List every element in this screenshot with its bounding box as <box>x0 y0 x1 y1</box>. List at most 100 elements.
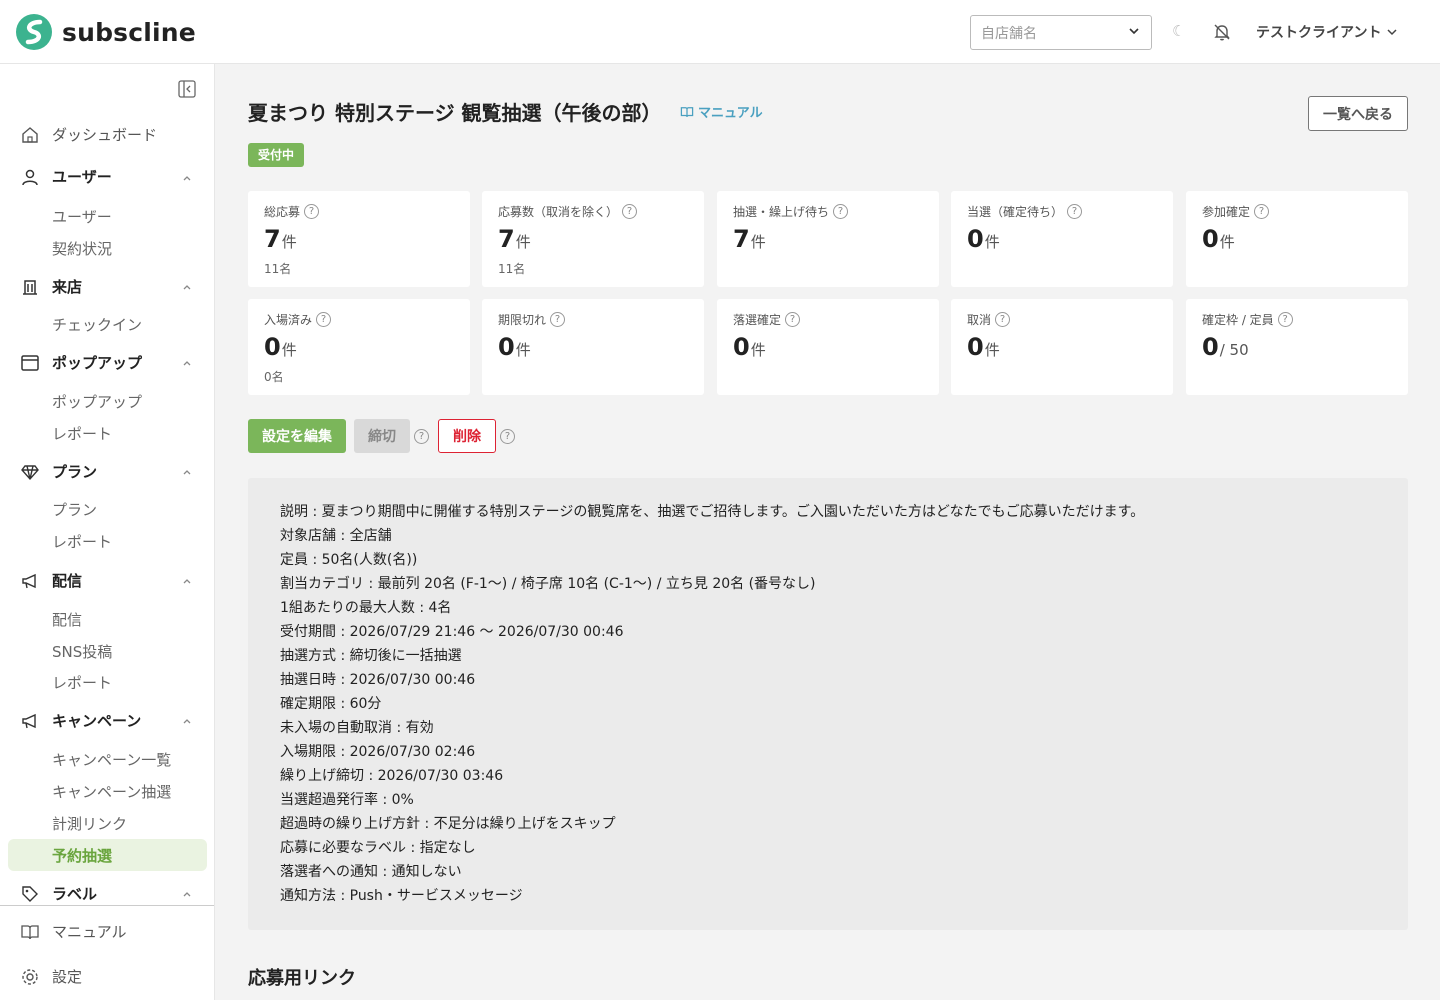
sidebar-item-label-tags[interactable]: ラベル <box>20 883 97 904</box>
chevron-up-icon[interactable] <box>182 576 192 586</box>
store-select[interactable]: 自店舗名 <box>970 15 1152 50</box>
sidebar-subitem-users[interactable]: ユーザー <box>52 206 112 227</box>
window-icon <box>21 354 39 371</box>
stat-unit: 件 <box>515 341 531 359</box>
stat-number: 0 <box>967 333 984 361</box>
close-entries-button[interactable]: 締切 <box>354 419 410 453</box>
detail-loser-notification: 落選者への通知 : 通知しない <box>280 864 462 880</box>
detail-lottery-datetime: 抽選日時 : 2026/07/30 00:46 <box>280 672 476 688</box>
sidebar-item-users[interactable]: ユーザー <box>20 166 112 187</box>
sidebar-subitem-sns-post[interactable]: SNS投稿 <box>52 641 112 662</box>
sidebar-item-label: 配信 <box>52 572 83 590</box>
dark-mode-toggle-icon[interactable]: ☾ <box>1172 22 1185 40</box>
main-content: 夏まつり 特別ステージ 観覧抽選（午後の部） マニュアル 一覧へ戻る 受付中 総… <box>216 64 1440 1000</box>
sidebar-subitem-tracking-link[interactable]: 計測リンク <box>52 813 127 834</box>
application-link-heading: 応募用リンク <box>248 968 356 989</box>
sidebar-subitem-checkin[interactable]: チェックイン <box>52 314 142 335</box>
help-icon[interactable]: ? <box>785 312 801 327</box>
account-menu[interactable]: テストクライアント <box>1256 22 1397 42</box>
top-header: subscline 自店舗名 ☾ テストクライアント <box>0 0 1440 64</box>
sidebar-subitem-delivery[interactable]: 配信 <box>52 609 82 630</box>
app-logo[interactable]: subscline <box>16 14 196 50</box>
sidebar-item-label: 来店 <box>52 278 83 296</box>
help-icon[interactable]: ? <box>995 312 1011 327</box>
stat-card-won-pending: 当選（確定待ち）? 0件 <box>951 191 1173 287</box>
chevron-up-icon[interactable] <box>182 358 192 368</box>
megaphone-icon <box>22 713 36 728</box>
stat-unit: 件 <box>984 341 1000 359</box>
sidebar-item-manual[interactable]: マニュアル <box>20 921 127 942</box>
stat-unit: 件 <box>515 233 531 251</box>
stat-number: 0 <box>733 333 750 361</box>
sidebar-collapse-icon[interactable] <box>178 80 196 98</box>
help-icon[interactable]: ? <box>1277 312 1293 327</box>
detail-overbook-policy: 超過時の繰り上げ方針 : 不足分は繰り上げをスキップ <box>280 816 616 832</box>
stat-subvalue: 0名 <box>264 370 284 384</box>
chevron-up-icon[interactable] <box>182 173 192 183</box>
back-to-list-button[interactable]: 一覧へ戻る <box>1308 96 1408 131</box>
help-icon[interactable]: ? <box>622 204 638 219</box>
stat-number: 0 <box>1202 225 1219 253</box>
sidebar-subitem-campaign-list[interactable]: キャンペーン一覧 <box>52 749 171 770</box>
stat-unit: 件 <box>984 233 1000 251</box>
stat-unit: / 50 <box>1219 341 1249 359</box>
stat-card-expired: 期限切れ? 0件 <box>482 299 704 395</box>
stat-value: 0件 <box>498 333 531 361</box>
sidebar-item-settings[interactable]: 設定 <box>20 966 82 987</box>
chevron-up-icon[interactable] <box>182 467 192 477</box>
sidebar-item-label: プラン <box>52 463 98 481</box>
detail-entry-period: 受付期間 : 2026/07/29 21:46 〜 2026/07/30 00:… <box>280 624 624 640</box>
notification-bell-off-icon[interactable] <box>1212 22 1232 42</box>
sidebar-subitem-contracts[interactable]: 契約状況 <box>52 238 112 259</box>
sidebar-item-campaign[interactable]: キャンペーン <box>20 710 141 731</box>
stat-label-wrap: 総応募? <box>264 203 320 220</box>
chevron-up-icon[interactable] <box>182 282 192 292</box>
detail-capacity: 定員 : 50名(人数(名)) <box>280 552 418 568</box>
delete-button[interactable]: 削除 <box>438 419 496 453</box>
sidebar-subitem-campaign-lottery[interactable]: キャンペーン抽選 <box>52 781 171 802</box>
stat-number: 0 <box>498 333 515 361</box>
help-icon[interactable]: ? <box>304 204 320 219</box>
sidebar-item-label: ユーザー <box>52 168 112 186</box>
sidebar-subitem-plan-report[interactable]: レポート <box>52 531 112 552</box>
help-icon[interactable]: ? <box>1254 204 1270 219</box>
stat-label: 入場済み <box>264 313 313 327</box>
sidebar-subitem-delivery-report[interactable]: レポート <box>52 672 112 693</box>
help-icon[interactable]: ? <box>316 312 332 327</box>
account-name: テストクライアント <box>1256 25 1382 41</box>
sidebar-subitem-popup[interactable]: ポップアップ <box>52 391 142 412</box>
stat-label-wrap: 確定枠 / 定員? <box>1202 311 1293 328</box>
sidebar-subitem-plan[interactable]: プラン <box>52 499 97 520</box>
sidebar-subitem-reservation-lottery[interactable]: 予約抽選 <box>52 845 112 866</box>
sidebar-item-plan[interactable]: プラン <box>20 461 97 482</box>
edit-settings-button[interactable]: 設定を編集 <box>248 419 346 453</box>
sidebar-item-popup[interactable]: ポップアップ <box>20 352 142 373</box>
stat-value: 0件 <box>967 225 1000 253</box>
detail-overbook-rate: 当選超過発行率 : 0% <box>280 792 414 808</box>
chevron-up-icon[interactable] <box>182 889 192 899</box>
stat-subvalue: 11名 <box>264 262 292 276</box>
help-icon[interactable]: ? <box>414 429 429 444</box>
sidebar-item-dashboard[interactable]: ダッシュボード <box>20 124 157 145</box>
stat-card-applications-excluding-cancel: 応募数（取消を除く）? 7件 11名 <box>482 191 704 287</box>
diamond-icon <box>21 464 39 480</box>
help-icon[interactable]: ? <box>500 429 515 444</box>
sidebar-item-label: 設定 <box>52 968 83 986</box>
stat-number: 0 <box>264 333 281 361</box>
stat-label-wrap: 期限切れ? <box>498 311 566 328</box>
stat-label: 抽選・繰上げ待ち <box>733 205 830 219</box>
sidebar-item-delivery[interactable]: 配信 <box>20 570 82 591</box>
sidebar-subitem-popup-report[interactable]: レポート <box>52 423 112 444</box>
help-icon[interactable]: ? <box>1067 204 1083 219</box>
chevron-up-icon[interactable] <box>182 716 192 726</box>
stat-value: 0件 <box>733 333 766 361</box>
detail-target-store: 対象店舗 : 全店舗 <box>280 528 392 544</box>
stat-label-wrap: 応募数（取消を除く）? <box>498 203 638 220</box>
sidebar: ダッシュボード ユーザー ユーザー 契約状況 来店 チェックイン ポップアップ … <box>0 64 215 1000</box>
sidebar-item-label: マニュアル <box>52 923 127 941</box>
help-icon[interactable]: ? <box>833 204 849 219</box>
help-icon[interactable]: ? <box>550 312 566 327</box>
detail-max-party: 1組あたりの最大人数 : 4名 <box>280 600 452 616</box>
manual-link[interactable]: マニュアル <box>680 102 763 121</box>
sidebar-item-visits[interactable]: 来店 <box>20 276 82 297</box>
